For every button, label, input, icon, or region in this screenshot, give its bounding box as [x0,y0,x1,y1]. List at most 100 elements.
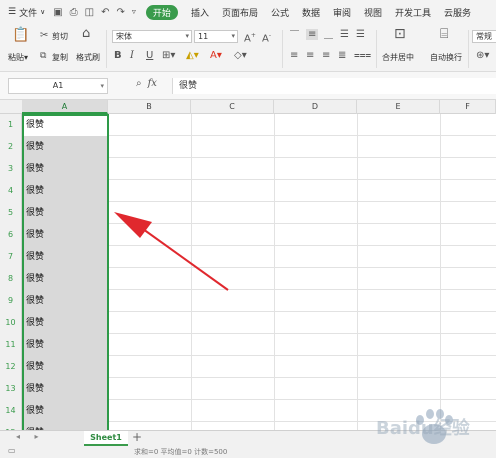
align-left-icon[interactable]: ≡ [290,50,298,61]
currency-icon[interactable]: ⊛▾ [476,50,489,61]
save-icon[interactable]: ▣ [53,7,62,18]
tab-home[interactable]: 开始 [145,4,178,20]
grid-line [440,114,441,136]
name-box[interactable]: A1 ▾ [8,78,108,94]
cell-a11[interactable]: 很赞 [22,334,108,356]
cell-a1[interactable]: 很赞 [22,114,108,136]
row-header[interactable]: 4 [0,180,22,202]
cell-a10[interactable]: 很赞 [22,312,108,334]
align-center-icon[interactable]: ≡ [306,50,314,61]
redo-icon[interactable]: ↷ [117,7,125,18]
cell-a5[interactable]: 很赞 [22,202,108,224]
cut-button[interactable]: 剪切 [52,31,68,42]
row-header[interactable]: 3 [0,158,22,180]
cell-a14[interactable]: 很赞 [22,400,108,422]
merge-center-icon[interactable]: ⊡ [394,27,406,41]
grid-line [274,158,275,180]
cell-a15[interactable]: 很赞 [22,422,108,430]
copy-button[interactable]: 复制 [52,52,68,63]
grid-line [191,158,192,180]
indent-increase-icon[interactable]: ☰ [356,29,365,40]
row-header[interactable]: 1 [0,114,22,136]
scissors-icon[interactable]: ✂ [40,30,48,41]
font-size-select[interactable]: 11 ▾ [194,30,238,43]
format-painter-button[interactable]: 格式刷 [76,52,100,63]
align-bottom-icon[interactable]: ⎽ [324,30,333,41]
paste-icon[interactable]: 📋 [12,28,29,42]
ribbon-divider [282,30,283,68]
fill-color-icon[interactable]: ◭▾ [186,50,199,61]
align-right-icon[interactable]: ≡ [322,50,330,61]
customize-icon[interactable]: ▿ [132,7,136,18]
tab-page-layout[interactable]: 页面布局 [222,6,258,19]
row-header[interactable]: 8 [0,268,22,290]
border-icon[interactable]: ⊞▾ [162,50,175,61]
row-header[interactable]: 15 [0,422,22,430]
cell-a2[interactable]: 很赞 [22,136,108,158]
zoom-icon[interactable]: ⌕ [136,78,142,89]
copy-icon[interactable]: ⧉ [40,51,46,62]
tab-review[interactable]: 审阅 [333,6,351,19]
font-color-icon[interactable]: A▾ [210,50,222,61]
insert-function-button[interactable]: fx [148,78,157,89]
indent-decrease-icon[interactable]: ☰ [340,29,349,40]
column-header-b[interactable]: B [108,100,191,114]
font-name-select[interactable]: 宋体 ▾ [112,30,192,43]
row-header[interactable]: 5 [0,202,22,224]
print-preview-icon[interactable]: ◫ [85,7,94,18]
cell-a9[interactable]: 很赞 [22,290,108,312]
row-header[interactable]: 13 [0,378,22,400]
column-header-a[interactable]: A [22,100,108,114]
tab-data[interactable]: 数据 [302,6,320,19]
align-middle-icon[interactable]: ≡ [306,29,319,40]
tab-formulas[interactable]: 公式 [271,6,289,19]
row-header[interactable]: 9 [0,290,22,312]
grow-font-button[interactable]: A+ [244,30,256,44]
print-icon[interactable]: ⎙ [70,7,78,18]
merge-center-button[interactable]: 合并居中 [382,52,414,63]
shrink-font-button[interactable]: A- [262,30,271,44]
underline-button[interactable]: U [146,50,153,61]
cell-a12[interactable]: 很赞 [22,356,108,378]
bold-button[interactable]: B [114,50,122,61]
formula-input[interactable]: 很赞 [172,78,496,94]
tab-developer[interactable]: 开发工具 [395,6,431,19]
cell-a8[interactable]: 很赞 [22,268,108,290]
italic-button[interactable]: I [130,50,134,61]
row-header[interactable]: 7 [0,246,22,268]
file-menu[interactable]: ☰ 文件 ∨ [8,6,45,19]
cell-a6[interactable]: 很赞 [22,224,108,246]
align-top-icon[interactable]: ⎺ [290,30,299,41]
row-header[interactable]: 11 [0,334,22,356]
column-header-c[interactable]: C [191,100,274,114]
tab-cloud[interactable]: 云服务 [444,6,471,19]
add-sheet-button[interactable]: + [132,430,142,444]
cell-a4[interactable]: 很赞 [22,180,108,202]
cell-a7[interactable]: 很赞 [22,246,108,268]
column-header-f[interactable]: F [440,100,496,114]
clear-format-icon[interactable]: ◇▾ [234,50,247,61]
justify-icon[interactable]: ≣ [338,50,346,61]
paste-button[interactable]: 粘贴▾ [8,52,28,63]
row-header[interactable]: 12 [0,356,22,378]
cell-a13[interactable]: 很赞 [22,378,108,400]
row-header[interactable]: 14 [0,400,22,422]
row-header[interactable]: 2 [0,136,22,158]
undo-icon[interactable]: ↶ [101,7,109,18]
wrap-text-button[interactable]: 自动换行 [430,52,462,63]
ribbon-divider [106,30,107,68]
tab-insert[interactable]: 插入 [191,6,209,19]
tab-view[interactable]: 视图 [364,6,382,19]
grid-line [440,378,441,400]
distribute-icon[interactable]: ⩶ [354,50,371,61]
format-painter-icon[interactable]: ⌂ [82,27,90,40]
column-header-d[interactable]: D [274,100,357,114]
sheet-nav-arrows[interactable]: ◂ ▸ [16,432,45,441]
cell-a3[interactable]: 很赞 [22,158,108,180]
row-header[interactable]: 10 [0,312,22,334]
sheet-tab-sheet1[interactable]: Sheet1 [84,431,128,446]
column-header-e[interactable]: E [357,100,440,114]
number-format-select[interactable]: 常规 [472,30,496,43]
wrap-text-icon[interactable]: ⌸ [440,27,448,41]
row-header[interactable]: 6 [0,224,22,246]
